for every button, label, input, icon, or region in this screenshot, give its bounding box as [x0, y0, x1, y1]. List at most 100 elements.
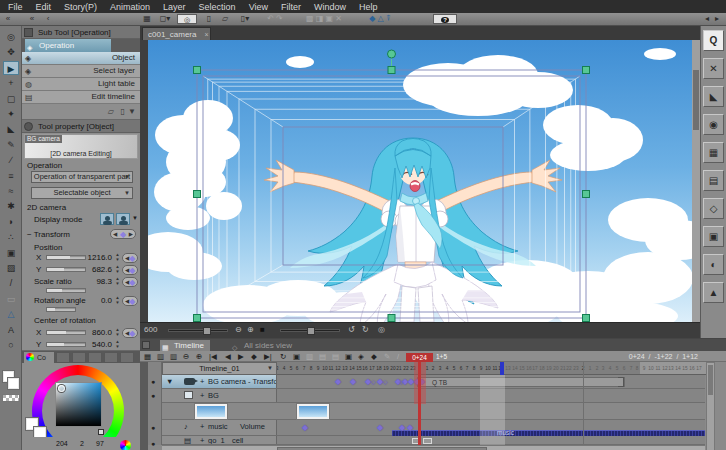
transform-keyframe-widget[interactable]: ◀◆▶	[110, 229, 136, 239]
tab-color-wheel[interactable]: Co	[24, 352, 54, 363]
eye-icon-1[interactable]: ●	[151, 378, 155, 385]
rotate-slider[interactable]	[280, 329, 340, 332]
snap-icons[interactable]: ◆ △ ⍒	[360, 13, 400, 25]
center-x-spin[interactable]: ▲▼	[114, 328, 121, 337]
track-bg-camera[interactable]: ▼+BG camera - Transform Q TB ◆◆◆◆◆◆◆◆◆◇◇…	[162, 375, 705, 389]
tab-all-sides-view[interactable]: ◇All sides view	[232, 340, 298, 351]
menu-layer[interactable]: Layer	[163, 2, 186, 12]
keyframe-diamond-small[interactable]: ◇	[383, 378, 388, 385]
cel-a-icon[interactable]: ▥	[306, 351, 313, 362]
close-view-button[interactable]: ✕	[703, 58, 724, 79]
menu-edit[interactable]: Edit	[36, 2, 52, 12]
eyedropper-tool[interactable]: ◣	[3, 122, 19, 136]
music-keyframe-diamond[interactable]: ◆	[377, 423, 383, 432]
eraser-tool[interactable]: ◗	[3, 215, 19, 229]
tab-approx[interactable]	[104, 352, 118, 363]
tab-intermediate[interactable]	[88, 352, 102, 363]
eye-icon-2[interactable]: ●	[151, 392, 155, 399]
timeline-panel-icon[interactable]	[142, 341, 150, 349]
center-y-slider[interactable]	[46, 342, 86, 347]
loop-icon[interactable]: ↻	[280, 351, 286, 362]
rotation-value[interactable]: 0.0	[86, 296, 112, 305]
color-mode-icon[interactable]	[120, 440, 131, 450]
go-end-icon[interactable]: ▶|	[264, 351, 272, 362]
menu-file[interactable]: File	[8, 2, 23, 12]
tab-timeline[interactable]: ▦Timeline	[160, 340, 210, 351]
blend-tool[interactable]: ∴	[3, 230, 19, 244]
subtool-object[interactable]: ◈Object	[22, 52, 140, 65]
position-x-value[interactable]: 1216.0	[86, 253, 112, 262]
duplicate-subtool-icon[interactable]: ▱	[108, 107, 114, 116]
pen-tool[interactable]: ✎	[3, 138, 19, 152]
save-file-icon[interactable]: ▯▾	[236, 13, 254, 25]
grid-view-button[interactable]: ▦	[703, 142, 724, 163]
zoom-in-icon[interactable]: ⊕	[196, 351, 202, 362]
tab-color-set[interactable]	[72, 352, 86, 363]
frame-settings-icon[interactable]: ▦	[144, 351, 151, 362]
bg-thumbnail-2[interactable]	[297, 404, 329, 419]
auto-select-tool[interactable]: ✦	[3, 107, 19, 121]
canvas-vscrollbar[interactable]	[692, 40, 700, 322]
airbrush-tool[interactable]: ≈	[3, 184, 19, 198]
panel-menu-icon[interactable]	[24, 28, 33, 37]
zoom-out-icon[interactable]: ⊖	[183, 351, 189, 362]
menu-filter[interactable]: Filter	[281, 2, 301, 12]
gradient-tool[interactable]: ▨	[3, 261, 19, 275]
frame-tool[interactable]: ▭	[3, 292, 19, 306]
track-cell[interactable]: ▤+go_1cell	[162, 436, 705, 445]
bg-thumbnail-1[interactable]	[195, 404, 227, 419]
scroll-left-icon[interactable]: ◂	[703, 13, 711, 25]
pan-mode-icon[interactable]: ◻▾	[156, 13, 174, 25]
center-x-keyframe[interactable]: ◀◆	[122, 328, 138, 338]
canvas-viewport[interactable]	[148, 40, 692, 322]
rotation-spin[interactable]: ▲▼	[114, 296, 121, 305]
background-color-swatch[interactable]	[7, 377, 20, 390]
figure-tool[interactable]: /	[3, 276, 19, 290]
rotation-slider[interactable]	[46, 307, 76, 312]
center-y-spin[interactable]: ▲▼	[114, 340, 121, 349]
balloon-tool[interactable]: ○	[3, 338, 19, 352]
onion-skin-icon[interactable]: ◈	[358, 351, 364, 362]
new-file-icon[interactable]: ▯	[203, 13, 215, 25]
new-subtool-icon[interactable]: ▯	[121, 107, 125, 116]
new-cel-icon[interactable]: ▣	[293, 351, 300, 362]
ref-view-button[interactable]: ▣	[703, 226, 724, 247]
menu-window[interactable]: Window	[314, 2, 346, 12]
music-keyframe-diamond[interactable]: ◆	[399, 423, 405, 432]
transparent-part-dropdown[interactable]: Operation of transparent part▼	[31, 171, 133, 183]
position-x-slider[interactable]	[46, 255, 86, 260]
display-mode-arrow[interactable]: ▼	[132, 215, 138, 221]
position-x-spin[interactable]: ▲▼	[114, 253, 121, 262]
subtool-edit-timeline[interactable]: ▤Edit timeline	[22, 91, 140, 104]
go-start-icon[interactable]: |◀	[209, 351, 217, 362]
keyframe-add-icon[interactable]: ◆	[371, 351, 377, 362]
animation-mode-button[interactable]: ◎	[177, 14, 197, 24]
menu-help[interactable]: Help	[359, 2, 378, 12]
collapse-arrow-icon[interactable]: ‹	[44, 13, 52, 25]
center-x-value[interactable]: 860.0	[86, 328, 112, 337]
onion-next-icon[interactable]: ▥	[170, 351, 177, 362]
fill-tool[interactable]: ▣	[3, 246, 19, 260]
text-tool[interactable]: A	[3, 323, 19, 337]
keyframe-diamond-small[interactable]: ◇	[399, 378, 404, 385]
edit-dim-icon[interactable]: ✎	[384, 351, 390, 362]
scale-slider[interactable]	[46, 288, 86, 293]
cell-clip[interactable]	[423, 438, 432, 444]
val-value[interactable]: 97	[96, 440, 104, 447]
undo-redo-icons[interactable]: ↶ ↷	[260, 13, 290, 25]
scale-keyframe[interactable]: ◀◆	[122, 277, 138, 287]
position-y-keyframe[interactable]: ◀◆	[122, 265, 138, 275]
position-x-keyframe[interactable]: ◀◆	[122, 253, 138, 263]
keyframe-diamond-small[interactable]: ◇	[371, 378, 376, 385]
music-keyframe-diamond[interactable]: ◆	[302, 423, 308, 432]
rotation-keyframe[interactable]: ◀◆	[122, 296, 138, 306]
collapse-left-icon[interactable]: «	[3, 13, 13, 25]
pencil-tool[interactable]: ∕	[3, 153, 19, 167]
track-music[interactable]: ♪+musicVolume ◆◆◆◆ music	[162, 420, 705, 436]
subtool-light-table[interactable]: ◍Light table	[22, 78, 140, 91]
zoom-out-icon[interactable]: ⊖	[235, 325, 242, 334]
sv-cursor[interactable]	[58, 385, 65, 392]
rotate-ccw-icon[interactable]: ↺	[348, 325, 355, 334]
rotate-cw-icon[interactable]: ↻	[362, 325, 369, 334]
quick-zoom-button[interactable]: Q	[703, 30, 724, 51]
